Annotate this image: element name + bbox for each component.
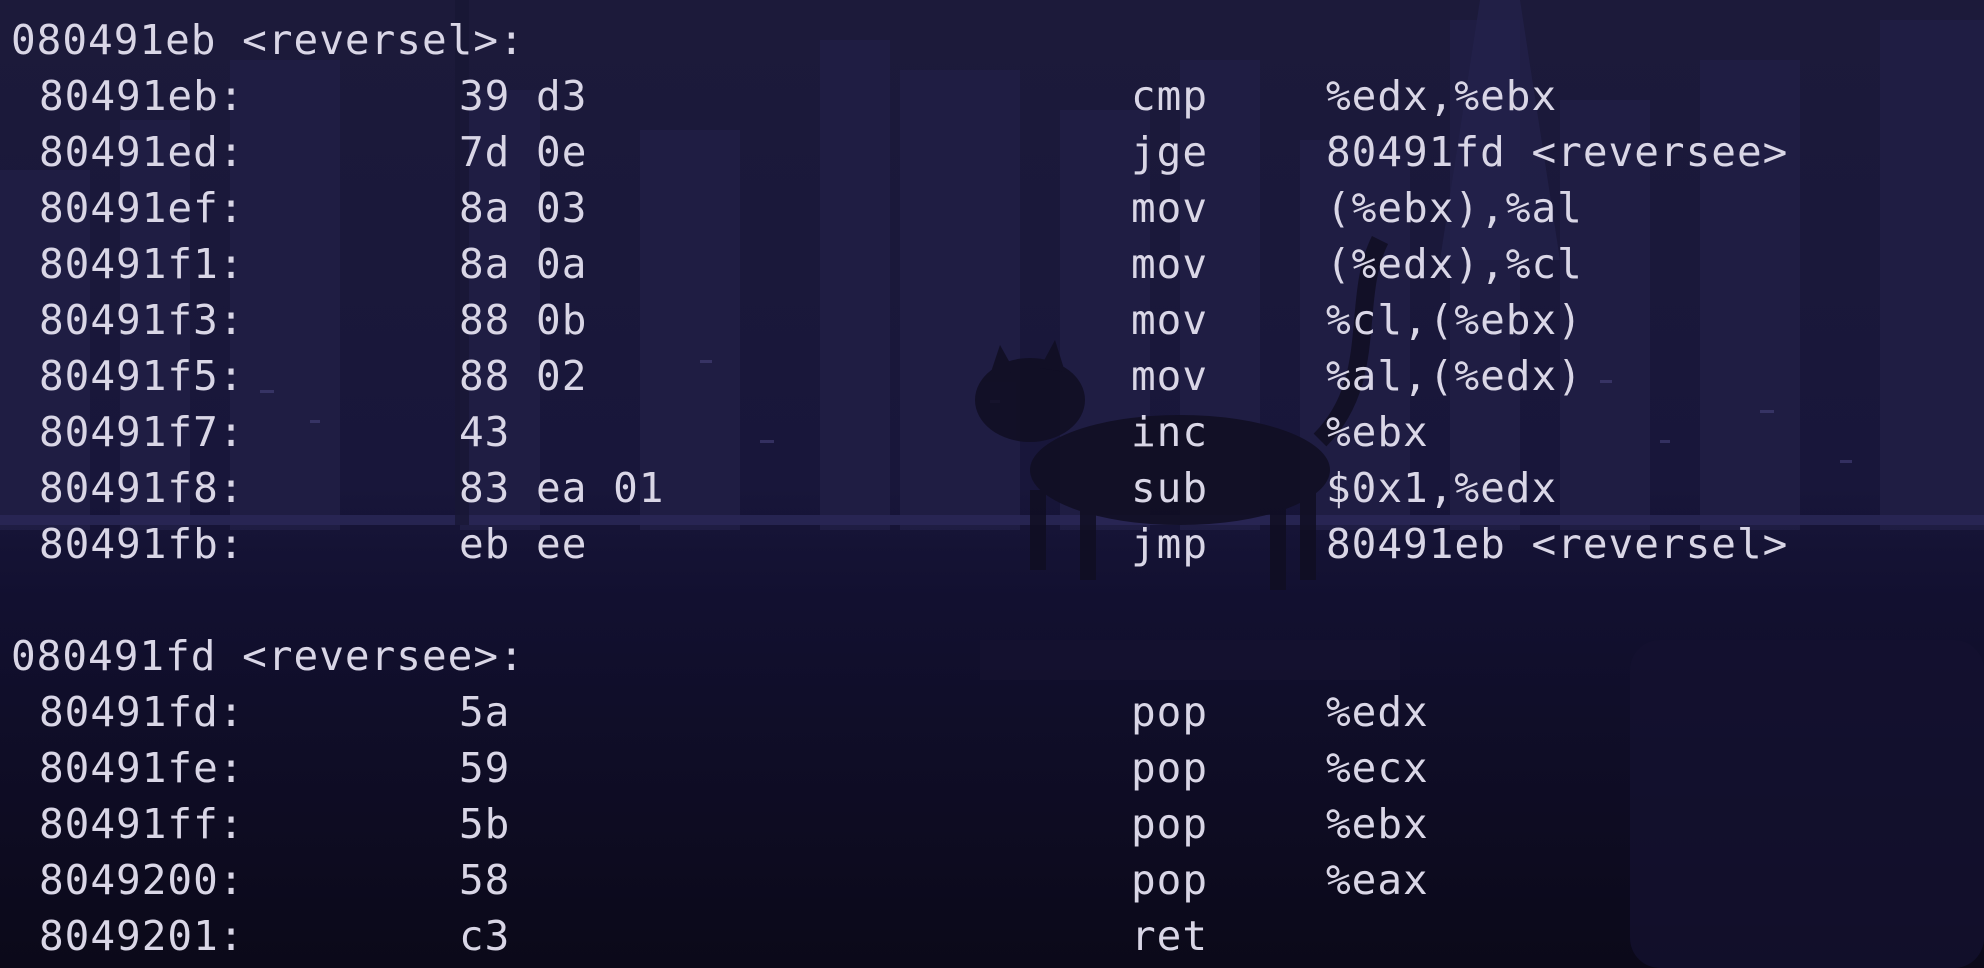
instruction-bytes: 7d 0e — [459, 128, 588, 176]
instruction-address: 80491f1: — [39, 240, 245, 288]
instruction-mnemonic: pop — [1131, 800, 1209, 848]
instruction-address: 8049201: — [39, 912, 245, 960]
instruction-bytes: 83 ea 01 — [459, 464, 665, 512]
instruction-mnemonic: mov — [1131, 296, 1209, 344]
instruction-row: 80491f3: 88 0b mov %cl,(%ebx) — [0, 292, 1984, 348]
instruction-mnemonic: mov — [1131, 240, 1209, 288]
terminal-output: 080491eb <reversel>: 80491eb: 39 d3 cmp … — [0, 0, 1984, 968]
instruction-bytes: c3 — [459, 912, 511, 960]
instruction-address: 80491f3: — [39, 296, 245, 344]
instruction-row: 80491ed: 7d 0e jge 80491fd <reversee> — [0, 124, 1984, 180]
instruction-mnemonic: mov — [1131, 352, 1209, 400]
instruction-mnemonic: jge — [1131, 128, 1209, 176]
instruction-mnemonic: jmp — [1131, 520, 1209, 568]
function-label: 080491fd <reversee>: — [0, 628, 1984, 684]
instruction-operands: %ebx — [1326, 800, 1429, 848]
instruction-address: 80491ef: — [39, 184, 245, 232]
instruction-operands: (%ebx),%al — [1326, 184, 1583, 232]
instruction-operands: %eax — [1326, 856, 1429, 904]
instruction-row: 80491fb: eb ee jmp 80491eb <reversel> — [0, 516, 1984, 572]
instruction-bytes: 59 — [459, 744, 511, 792]
instruction-row: 80491f1: 8a 0a mov (%edx),%cl — [0, 236, 1984, 292]
instruction-row: 80491eb: 39 d3 cmp %edx,%ebx — [0, 68, 1984, 124]
function-label-text: 080491fd <reversee>: — [11, 632, 525, 680]
instruction-operands: %ecx — [1326, 744, 1429, 792]
instruction-mnemonic: ret — [1131, 912, 1209, 960]
instruction-operands: (%edx),%cl — [1326, 240, 1583, 288]
instruction-operands: %edx,%ebx — [1326, 72, 1558, 120]
instruction-bytes: 5a — [459, 688, 511, 736]
instruction-operands: 80491eb <reversel> — [1326, 520, 1789, 568]
instruction-bytes: 58 — [459, 856, 511, 904]
instruction-bytes: 43 — [459, 408, 511, 456]
instruction-row: 8049201: c3 ret — [0, 908, 1984, 964]
instruction-bytes: 39 d3 — [459, 72, 588, 120]
instruction-address: 80491fd: — [39, 688, 245, 736]
instruction-row: 80491fd: 5a pop %edx — [0, 684, 1984, 740]
instruction-bytes: 8a 0a — [459, 240, 588, 288]
instruction-mnemonic: pop — [1131, 688, 1209, 736]
instruction-mnemonic: cmp — [1131, 72, 1209, 120]
function-label-text: 080491eb <reversel>: — [11, 16, 525, 64]
instruction-address: 80491f5: — [39, 352, 245, 400]
instruction-address: 8049200: — [39, 856, 245, 904]
instruction-mnemonic: pop — [1131, 856, 1209, 904]
instruction-bytes: 8a 03 — [459, 184, 588, 232]
instruction-row: 80491ff: 5b pop %ebx — [0, 796, 1984, 852]
instruction-operands: %edx — [1326, 688, 1429, 736]
instruction-address: 80491f7: — [39, 408, 245, 456]
instruction-operands: $0x1,%edx — [1326, 464, 1558, 512]
instruction-address: 80491eb: — [39, 72, 245, 120]
instruction-mnemonic: mov — [1131, 184, 1209, 232]
instruction-operands: 80491fd <reversee> — [1326, 128, 1789, 176]
instruction-row: 80491f8: 83 ea 01 sub $0x1,%edx — [0, 460, 1984, 516]
instruction-address: 80491fe: — [39, 744, 245, 792]
function-label: 080491eb <reversel>: — [0, 12, 1984, 68]
instruction-bytes: 5b — [459, 800, 511, 848]
instruction-row: 80491f7: 43 inc %ebx — [0, 404, 1984, 460]
instruction-bytes: eb ee — [459, 520, 588, 568]
instruction-bytes: 88 0b — [459, 296, 588, 344]
instruction-mnemonic: inc — [1131, 408, 1209, 456]
instruction-operands: %ebx — [1326, 408, 1429, 456]
instruction-mnemonic: sub — [1131, 464, 1209, 512]
instruction-mnemonic: pop — [1131, 744, 1209, 792]
instruction-address: 80491ff: — [39, 800, 245, 848]
instruction-address: 80491f8: — [39, 464, 245, 512]
instruction-operands: %cl,(%ebx) — [1326, 296, 1583, 344]
instruction-row: 80491fe: 59 pop %ecx — [0, 740, 1984, 796]
instruction-address: 80491fb: — [39, 520, 245, 568]
instruction-row: 80491ef: 8a 03 mov (%ebx),%al — [0, 180, 1984, 236]
instruction-address: 80491ed: — [39, 128, 245, 176]
instruction-operands: %al,(%edx) — [1326, 352, 1583, 400]
instruction-row: 80491f5: 88 02 mov %al,(%edx) — [0, 348, 1984, 404]
instruction-row: 8049200: 58 pop %eax — [0, 852, 1984, 908]
instruction-bytes: 88 02 — [459, 352, 588, 400]
